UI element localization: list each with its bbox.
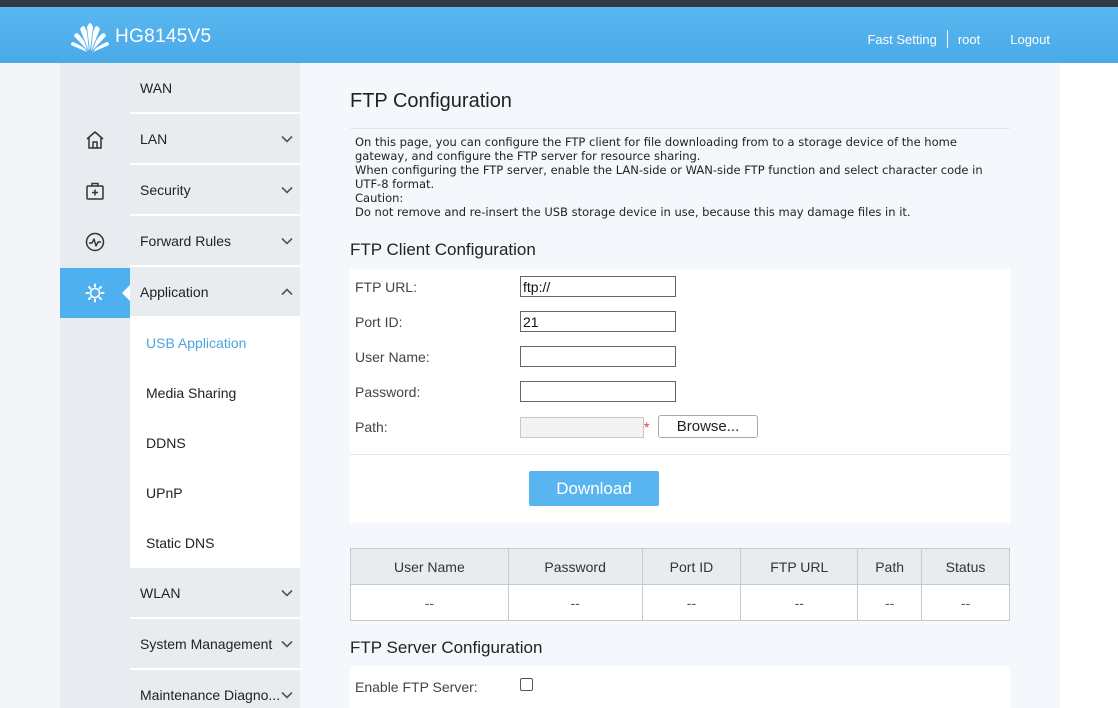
table-cell: --: [641, 584, 742, 621]
description-line: On this page, you can configure the FTP …: [355, 135, 957, 163]
column-header: FTP URL: [740, 548, 859, 585]
form-row-user-name: User Name:: [355, 345, 430, 369]
column-header: Path: [857, 548, 923, 585]
menu-item-security[interactable]: Security: [130, 165, 300, 215]
user-link[interactable]: root: [958, 32, 980, 47]
field-label: User Name:: [355, 349, 430, 365]
chevron-up-icon: [281, 288, 293, 296]
client-form: FTP URL: Port ID: User Name: Password: P…: [350, 269, 1010, 523]
description-line: Do not remove and re-insert the USB stor…: [355, 205, 911, 219]
enable-ftp-server-checkbox[interactable]: [520, 678, 533, 691]
top-strip: [0, 0, 1118, 7]
menu-item-forward-rules[interactable]: Forward Rules: [130, 216, 300, 266]
pulse-icon: [85, 232, 105, 252]
port-id-input[interactable]: [520, 311, 676, 332]
gear-icon: [85, 283, 105, 303]
field-label: Enable FTP Server:: [355, 679, 478, 695]
sidebar-icon-settings[interactable]: [60, 268, 130, 318]
table-cell: --: [921, 584, 1010, 621]
page-description: On this page, you can configure the FTP …: [355, 135, 1005, 219]
left-margin: [0, 63, 60, 708]
sidebar-icon-kit[interactable]: [60, 166, 130, 216]
table-header-row: User Name Password Port ID FTP URL Path …: [350, 548, 1010, 585]
top-nav: Fast Setting root Logout: [867, 30, 1050, 48]
sidebar-icon-home[interactable]: [60, 115, 130, 165]
form-row-enable-ftp-server: Enable FTP Server:: [355, 675, 478, 699]
menu-item-label: Security: [140, 181, 191, 198]
sidebar-icon-pulse[interactable]: [60, 217, 130, 267]
right-margin: [1060, 63, 1118, 708]
form-row-ftp-url: FTP URL:: [355, 275, 417, 299]
home-icon: [86, 131, 104, 149]
chevron-down-icon: [281, 589, 293, 597]
field-label: Port ID:: [355, 314, 403, 330]
client-section-title: FTP Client Configuration: [350, 240, 536, 259]
submenu-media-sharing[interactable]: Media Sharing: [130, 368, 300, 418]
field-label: Password:: [355, 384, 421, 400]
huawei-logo-icon: [71, 23, 109, 52]
menu-item-label: Maintenance Diagno...: [140, 686, 281, 703]
field-label: FTP URL:: [355, 279, 417, 295]
chevron-down-icon: [281, 691, 293, 699]
menu-item-system-management[interactable]: System Management: [130, 619, 300, 669]
submenu-static-dns[interactable]: Static DNS: [130, 518, 300, 568]
table-cell: --: [350, 584, 509, 621]
browse-button[interactable]: Browse...: [658, 415, 758, 438]
required-mark: *: [644, 419, 650, 435]
submenu-ddns[interactable]: DDNS: [130, 418, 300, 468]
menu-item-application[interactable]: Application: [130, 267, 300, 317]
sidebar-icon-column: [60, 63, 130, 708]
menu-item-wan[interactable]: WAN: [130, 63, 300, 113]
menu-item-label: LAN: [140, 130, 168, 147]
column-header: Port ID: [641, 548, 742, 585]
nav-separator: [946, 30, 948, 48]
menu-item-label: Forward Rules: [140, 232, 232, 249]
chevron-down-icon: [281, 186, 293, 194]
menu-item-maintenance[interactable]: Maintenance Diagno...: [130, 670, 300, 708]
menu-item-label: WLAN: [140, 584, 181, 601]
table-cell: --: [857, 584, 923, 621]
column-header: Status: [921, 548, 1010, 585]
main-content: FTP Configuration On this page, you can …: [300, 63, 1060, 708]
description-line: Caution:: [355, 191, 404, 205]
column-header: Password: [507, 548, 643, 585]
download-button[interactable]: Download: [529, 471, 659, 506]
table-row: -- -- -- -- -- --: [350, 584, 1010, 621]
medical-kit-icon: [86, 182, 104, 200]
ftp-url-input[interactable]: [520, 276, 676, 297]
password-input[interactable]: [520, 381, 676, 402]
form-row-path: Path:: [355, 415, 388, 439]
fast-setting-link[interactable]: Fast Setting: [867, 32, 936, 47]
model-name: HG8145V5: [115, 26, 212, 47]
table-cell: --: [507, 584, 643, 621]
form-row-password: Password:: [355, 380, 420, 404]
chevron-down-icon: [281, 237, 293, 245]
form-separator: [350, 454, 1010, 455]
logout-link[interactable]: Logout: [1010, 32, 1050, 47]
page-title: FTP Configuration: [350, 90, 512, 112]
menu-item-wlan[interactable]: WLAN: [130, 568, 300, 618]
path-input[interactable]: [520, 417, 644, 438]
description-line: When configuring the FTP server, enable …: [355, 163, 983, 191]
chevron-down-icon: [281, 135, 293, 143]
server-form: Enable FTP Server:: [350, 666, 1010, 708]
ftp-client-table: User Name Password Port ID FTP URL Path …: [350, 548, 1010, 621]
submenu-usb-application[interactable]: USB Application: [130, 318, 300, 368]
column-header: User Name: [350, 548, 509, 585]
menu-item-label: Application: [140, 283, 209, 300]
submenu-upnp[interactable]: UPnP: [130, 468, 300, 518]
menu-item-lan[interactable]: LAN: [130, 114, 300, 164]
brand-logo: HG8145V5: [70, 21, 211, 53]
chevron-down-icon: [281, 640, 293, 648]
form-row-port-id: Port ID:: [355, 310, 402, 334]
title-divider: [350, 128, 1010, 129]
field-label: Path:: [355, 419, 388, 435]
menu-item-label: WAN: [140, 79, 173, 96]
header-bar: HG8145V5 Fast Setting root Logout: [0, 7, 1118, 63]
sidebar-menu: WAN LAN Security Forward Rules Applicati…: [130, 63, 300, 708]
server-section-title: FTP Server Configuration: [350, 638, 543, 657]
user-name-input[interactable]: [520, 346, 676, 367]
table-cell: --: [740, 584, 859, 621]
menu-item-label: System Management: [140, 635, 273, 652]
